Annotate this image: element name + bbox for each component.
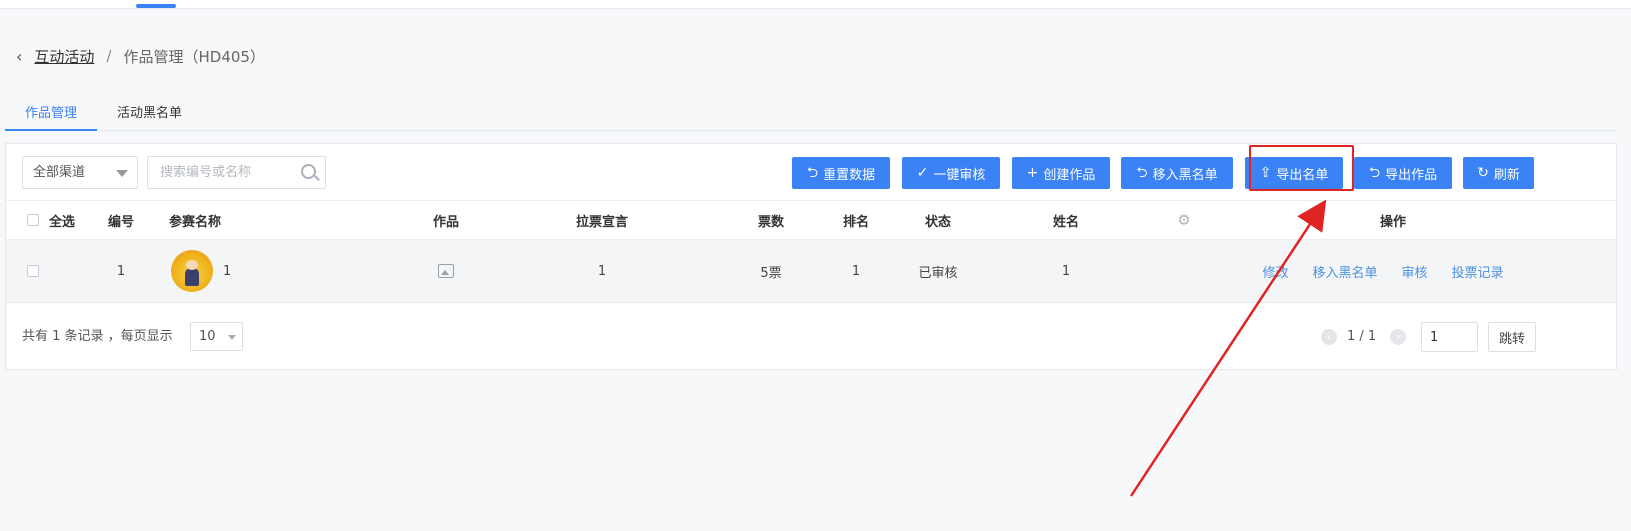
avatar [171, 250, 213, 292]
cell-contestant: 1 [171, 240, 291, 302]
cell-votes: 5票 [760, 265, 782, 281]
chevron-down-icon [228, 335, 236, 340]
refresh-button[interactable]: ↻ 刷新 [1463, 157, 1534, 189]
tab-bar: 作品管理 活动黑名单 [5, 100, 1617, 131]
breadcrumb-parent-link[interactable]: 互动活动 [34, 46, 94, 67]
cell-status: 已审核 [918, 265, 958, 281]
prev-page-icon[interactable]: ‹ [1321, 329, 1337, 345]
export-list-highlight-box [1249, 145, 1354, 191]
column-votes: 票数 [757, 214, 784, 230]
search-input[interactable] [147, 156, 326, 189]
one-click-review-button[interactable]: ✓ 一键审核 [902, 157, 1000, 189]
reset-data-button[interactable]: ⮌ 重置数据 [792, 157, 890, 189]
jump-button[interactable]: 跳转 [1488, 322, 1536, 352]
cell-contestant-name: 1 [223, 263, 232, 279]
review-link[interactable]: 审核 [1402, 262, 1428, 281]
cell-slogan: 1 [597, 263, 607, 279]
create-work-label: 创建作品 [1043, 167, 1096, 183]
breadcrumb: ‹ 互动活动 / 作品管理（HD405） [16, 44, 265, 68]
cell-actions: 修改 移入黑名单 审核 投票记录 [1248, 240, 1518, 302]
select-all-checkbox[interactable] [27, 214, 39, 226]
check-circle-icon: ✓ [916, 165, 929, 181]
column-contestant-name: 参赛名称 [169, 214, 222, 230]
chevron-down-icon [116, 170, 128, 177]
move-to-blacklist-button[interactable]: ⮌ 移入黑名单 [1121, 157, 1233, 189]
channel-select[interactable]: 全部渠道 [22, 156, 138, 189]
undo-icon: ⮌ [1368, 165, 1381, 181]
edit-link[interactable]: 修改 [1262, 262, 1288, 281]
tab-activity-blacklist[interactable]: 活动黑名单 [97, 100, 202, 131]
cell-name: 1 [1061, 263, 1071, 279]
vote-records-link[interactable]: 投票记录 [1452, 262, 1504, 281]
create-work-button[interactable]: + 创建作品 [1012, 157, 1110, 189]
table-header: 全选 编号 参赛名称 作品 拉票宣言 票数 排名 状态 姓名 ⚙ 操作 [6, 201, 1616, 240]
refresh-label: 刷新 [1493, 167, 1520, 183]
cell-number: 1 [116, 263, 126, 279]
column-slogan: 拉票宣言 [575, 214, 628, 230]
plus-icon: + [1026, 165, 1039, 181]
top-nav-bar [0, 0, 1631, 9]
undo-icon: ⮌ [806, 165, 819, 181]
image-icon[interactable] [438, 264, 454, 278]
top-nav-active-indicator [136, 4, 176, 8]
breadcrumb-separator: / [106, 47, 112, 65]
move-to-blacklist-label: 移入黑名单 [1152, 167, 1218, 183]
cell-work[interactable] [436, 240, 456, 302]
select-all-cell[interactable]: 全选 [27, 201, 97, 239]
table-row: 1 1 1 5票 1 已审核 1 修改 移入黑名单 审核 投票记录 [6, 240, 1616, 303]
column-actions: 操作 [1379, 214, 1406, 230]
column-work: 作品 [432, 214, 459, 230]
cell-rank: 1 [851, 263, 861, 279]
jump-page-input[interactable] [1421, 322, 1478, 352]
move-to-blacklist-link[interactable]: 移入黑名单 [1312, 262, 1377, 281]
page-size-select[interactable]: 10 [190, 322, 243, 351]
total-records-text: 共有 1 条记录 ，每页显示 [22, 329, 173, 344]
export-works-label: 导出作品 [1385, 167, 1438, 183]
toolbar: 全部渠道 ⮌ 重置数据 ✓ 一键审核 + 创建作品 ⮌ 移入黑名单 ⇪ 导出名单… [6, 144, 1616, 201]
tab-works-management[interactable]: 作品管理 [5, 100, 98, 131]
column-status: 状态 [924, 214, 951, 230]
breadcrumb-current: 作品管理（HD405） [123, 47, 265, 66]
one-click-review-label: 一键审核 [933, 167, 986, 183]
export-works-button[interactable]: ⮌ 导出作品 [1354, 157, 1452, 189]
back-icon[interactable]: ‹ [16, 47, 22, 66]
row-checkbox[interactable] [27, 265, 39, 277]
search-icon[interactable] [301, 164, 316, 179]
gear-icon[interactable]: ⚙ [1177, 211, 1190, 229]
pagination-footer: 共有 1 条记录 ，每页显示 10 ‹ 1 / 1 › 跳转 [6, 304, 1616, 370]
column-settings[interactable]: ⚙ [1169, 201, 1199, 239]
column-name: 姓名 [1052, 214, 1079, 230]
column-number: 编号 [107, 214, 134, 230]
channel-select-value: 全部渠道 [33, 165, 86, 180]
page-size-value: 10 [199, 329, 216, 344]
next-page-icon[interactable]: › [1390, 329, 1406, 345]
refresh-icon: ↻ [1477, 165, 1489, 181]
page-indicator: 1 / 1 [1347, 329, 1377, 344]
undo-icon: ⮌ [1136, 165, 1148, 181]
works-panel: 全部渠道 ⮌ 重置数据 ✓ 一键审核 + 创建作品 ⮌ 移入黑名单 ⇪ 导出名单… [5, 143, 1617, 370]
column-rank: 排名 [842, 214, 869, 230]
row-checkbox-cell[interactable] [27, 240, 39, 302]
select-all-label: 全选 [49, 214, 76, 230]
reset-data-label: 重置数据 [823, 167, 876, 183]
